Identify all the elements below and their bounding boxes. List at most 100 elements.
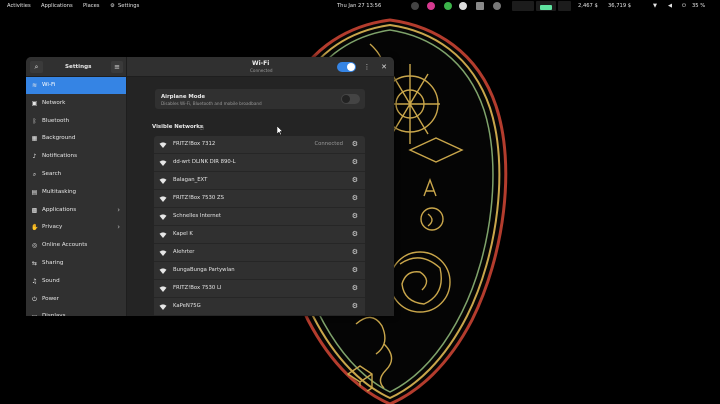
memory-graph-icon[interactable]	[558, 1, 571, 11]
app-icon[interactable]	[427, 2, 435, 10]
status-icon[interactable]	[444, 2, 452, 10]
sidebar-item-sound[interactable]: ♫ Sound	[26, 273, 126, 290]
network-icon[interactable]: ▼	[653, 3, 657, 9]
volume-icon[interactable]: ◀	[668, 3, 672, 9]
sidebar-item-bluetooth[interactable]: ᛒ Bluetooth	[26, 113, 126, 130]
gear-icon: ⚙	[110, 3, 115, 9]
sidebar-item-label: Power	[42, 295, 59, 302]
wifi-signal-icon	[159, 250, 167, 256]
user-icon[interactable]	[459, 2, 467, 10]
airplane-mode-toggle[interactable]	[341, 94, 360, 104]
applications-menu[interactable]: Applications	[41, 3, 73, 9]
gear-icon[interactable]: ⚙	[352, 302, 358, 310]
sidebar-item-sharing[interactable]: ⇆ Sharing	[26, 255, 126, 272]
sidebar-item-label: Privacy	[42, 224, 63, 231]
window-icon[interactable]	[476, 2, 484, 10]
sidebar-item-power[interactable]: ⏻ Power	[26, 291, 126, 308]
sidebar-item-label: Network	[42, 99, 66, 106]
sidebar: ≋ Wi-Fi ▣ Network ᛒ Bluetooth ▦ Background ♪ Noti…	[26, 77, 127, 316]
network-row[interactable]: dd-wrt DLINK DIR 890-L ⚙	[154, 154, 365, 172]
network-row[interactable]: FRITZ!Box 7530 LI ⚙	[154, 280, 365, 298]
screen-icon[interactable]	[411, 2, 419, 10]
gear-icon[interactable]: ⚙	[352, 212, 358, 220]
online-accounts-icon: ◎	[31, 242, 38, 250]
wifi-panel: Airplane Mode Disables Wi-Fi, Bluetooth …	[127, 77, 394, 316]
wifi-signal-icon	[159, 160, 167, 166]
gear-icon[interactable]: ⚙	[352, 194, 358, 202]
menu-icon[interactable]: ≡	[111, 61, 123, 73]
desktop: Activities Applications Places ⚙ Setting…	[0, 0, 720, 404]
wifi-signal-icon	[159, 178, 167, 184]
gear-icon[interactable]: ⚙	[352, 248, 358, 256]
clock[interactable]: Thu Jan 27 13:56	[337, 3, 381, 9]
gear-icon[interactable]: ⚙	[352, 140, 358, 148]
sidebar-item-online-accounts[interactable]: ◎ Online Accounts	[26, 237, 126, 254]
sidebar-title: Settings	[65, 64, 92, 70]
activities-button[interactable]: Activities	[7, 3, 31, 9]
wifi-toggle[interactable]	[337, 62, 356, 72]
sidebar-item-wi-fi[interactable]: ≋ Wi-Fi	[26, 77, 126, 94]
wifi-signal-icon	[159, 142, 167, 148]
airplane-mode-title: Airplane Mode	[161, 94, 205, 100]
gear-icon[interactable]: ⚙	[352, 266, 358, 274]
gear-icon[interactable]: ⚙	[352, 158, 358, 166]
network-row[interactable]: Kapel K ⚙	[154, 226, 365, 244]
sidebar-item-notifications[interactable]: ♪ Notifications	[26, 148, 126, 165]
gear-icon[interactable]: ⚙	[352, 230, 358, 238]
sound-icon: ♫	[31, 277, 38, 285]
network-name: FRITZ!Box 7530 LI	[173, 285, 222, 291]
network-row[interactable]: Alehrter ⚙	[154, 244, 365, 262]
more-options-icon[interactable]: ⋮	[362, 61, 372, 73]
places-menu[interactable]: Places	[83, 3, 100, 9]
sidebar-item-network[interactable]: ▣ Network	[26, 95, 126, 112]
graph-monitor-icon[interactable]	[512, 1, 534, 11]
wifi-toggle-knob	[347, 63, 355, 71]
wifi-signal-icon	[159, 268, 167, 274]
search-icon[interactable]: ⌕	[30, 61, 43, 73]
wifi-signal-icon	[159, 196, 167, 202]
wifi-signal-icon	[159, 232, 167, 238]
network-list: FRITZ!Box 7312 Connected ⚙ dd-wrt DLINK DIR…	[154, 136, 365, 316]
network-row[interactable]: FRITZ!Box 7312 Connected ⚙	[154, 136, 365, 154]
sidebar-item-search[interactable]: ⌕ Search	[26, 166, 126, 183]
gear-icon[interactable]: ⚙	[352, 284, 358, 292]
network-name: Alehrter	[173, 249, 195, 255]
search-icon: ⌕	[32, 171, 37, 178]
network-row[interactable]: Balagan_EXT ⚙	[154, 172, 365, 190]
settings-window: ⌕ Settings ≡ Wi-Fi Connected ⋮ ✕ ≋ Wi-Fi ▣…	[26, 57, 394, 316]
price-ticker-1[interactable]: 2,467 $	[578, 3, 598, 9]
applications-icon: ▩	[31, 206, 38, 214]
sidebar-item-multitasking[interactable]: ▤ Multitasking	[26, 184, 126, 201]
network-row[interactable]: Schnelles Internet ⚙	[154, 208, 365, 226]
sidebar-item-displays[interactable]: ▭ Displays	[26, 308, 126, 316]
network-row[interactable]: BungaBunga Partywlan ⚙	[154, 262, 365, 280]
gear-icon[interactable]: ⚙	[352, 176, 358, 184]
close-icon[interactable]: ✕	[379, 61, 389, 73]
wifi-signal-icon	[159, 214, 167, 220]
sidebar-item-privacy[interactable]: ✋ Privacy ›	[26, 219, 126, 236]
network-row[interactable]: FRITZ!Box 7530 ZS ⚙	[154, 190, 365, 208]
network-name: Schnelles Internet	[173, 213, 221, 219]
flag-icon[interactable]	[493, 2, 501, 10]
privacy-icon: ✋	[31, 224, 39, 232]
wifi-signal-icon	[159, 304, 167, 310]
sidebar-item-label: Online Accounts	[42, 242, 88, 249]
network-name: FRITZ!Box 7530 ZS	[173, 195, 224, 201]
battery-indicator[interactable]: 35 %	[692, 3, 705, 9]
power-icon[interactable]: ⏻	[682, 3, 686, 9]
network-name: dd-wrt DLINK DIR 890-L	[173, 159, 236, 165]
multitasking-icon: ▤	[31, 188, 38, 196]
network-row[interactable]: KaPeN75G ⚙	[154, 298, 365, 316]
chevron-right-icon: ›	[117, 205, 120, 214]
power-icon: ⏻	[32, 295, 37, 303]
sidebar-item-background[interactable]: ▦ Background	[26, 130, 126, 147]
settings-app-menu[interactable]: Settings	[118, 3, 139, 9]
airplane-mode-row[interactable]: Airplane Mode Disables Wi-Fi, Bluetooth …	[155, 89, 365, 109]
network-icon: ▣	[31, 99, 38, 107]
network-name: BungaBunga Partywlan	[173, 267, 235, 273]
sidebar-item-applications[interactable]: ▩ Applications ›	[26, 202, 126, 219]
sidebar-item-label: Notifications	[42, 153, 78, 160]
sidebar-item-label: Search	[42, 171, 62, 177]
mouse-cursor-icon	[277, 126, 283, 135]
price-ticker-2[interactable]: 36,719 $	[608, 3, 631, 9]
